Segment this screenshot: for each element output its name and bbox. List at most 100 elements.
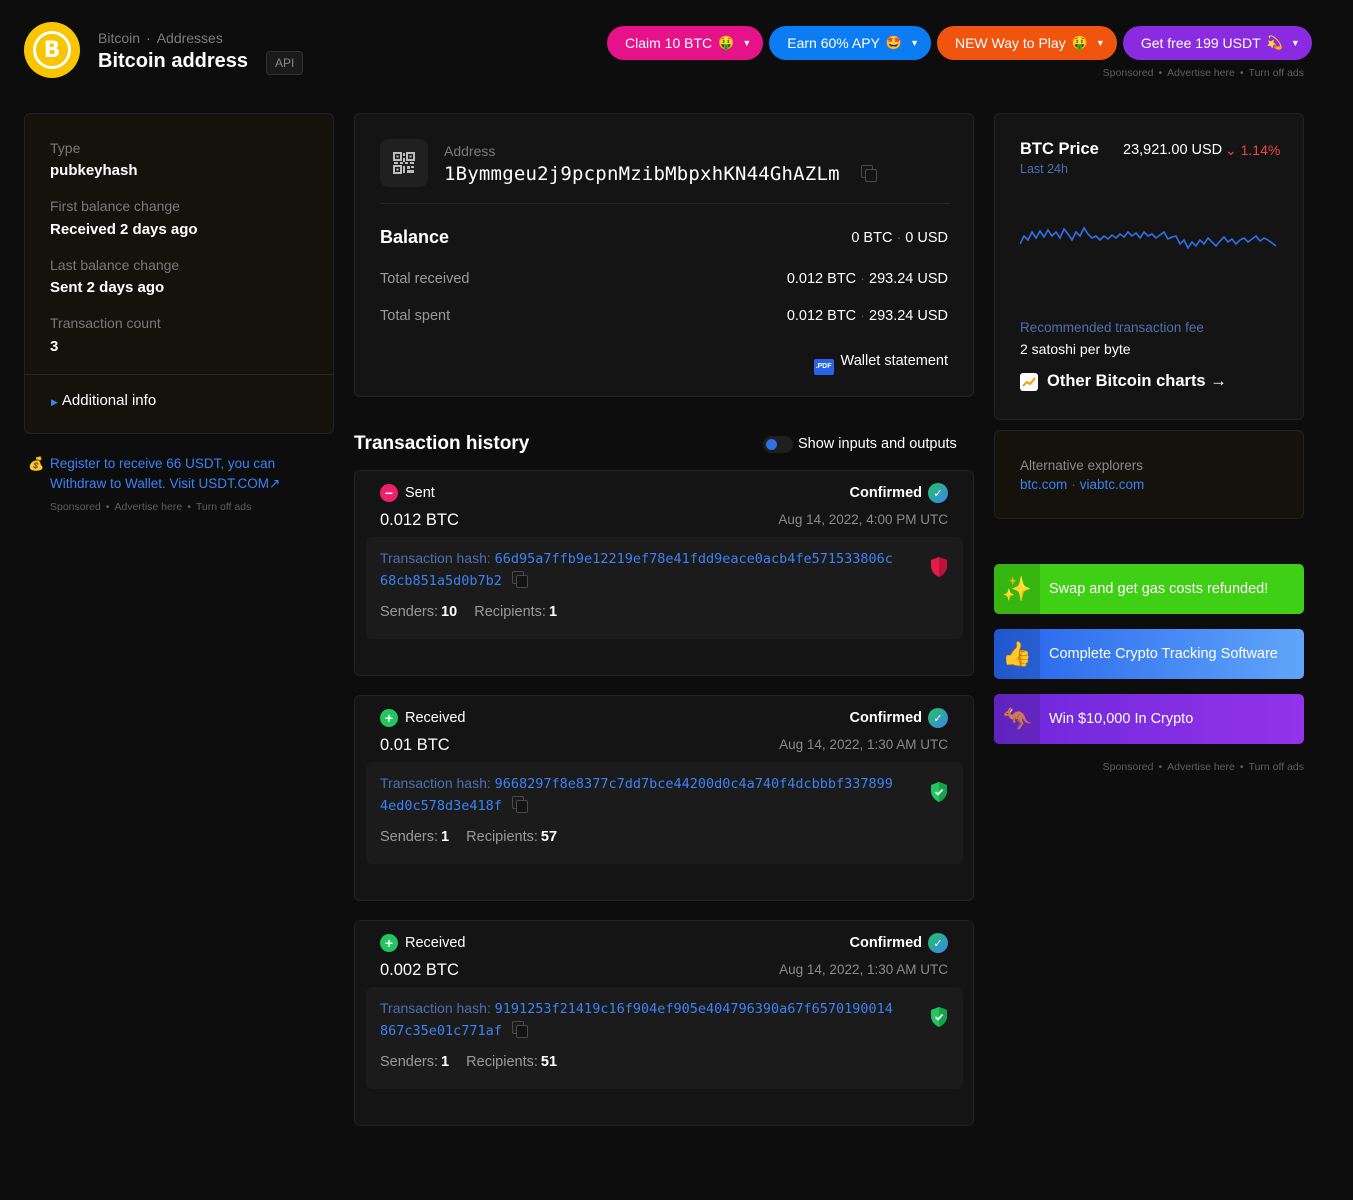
plus-circle-icon: + — [380, 709, 398, 727]
total-spent-label: Total spent — [380, 308, 451, 324]
address-info-card: Type pubkeyhash First balance change Rec… — [24, 113, 334, 434]
advertise-link[interactable]: Advertise here — [1167, 67, 1235, 79]
tx-hash-link[interactable]: 68cb851a5d0b7b2 — [380, 573, 502, 589]
senders-label: Senders: — [380, 829, 439, 845]
tx-hash-link[interactable]: 4ed0c578d3e418f — [380, 798, 502, 814]
breadcrumb-addresses[interactable]: Addresses — [157, 30, 223, 46]
tx-status: Confirmed ✓ — [850, 933, 948, 953]
tx-hash-link[interactable]: 9668297f8e8377c7dd7bce44200d0c4a740f4dcb… — [495, 776, 893, 792]
copy-icon[interactable] — [861, 165, 878, 182]
tx-hash-link[interactable]: 867c35e01c771af — [380, 1023, 502, 1039]
senders-value: 1 — [441, 1054, 450, 1070]
balance-btc: 0 BTC — [851, 230, 893, 246]
tx-direction-label: Sent — [405, 485, 435, 501]
show-io-label[interactable]: Show inputs and outputs — [798, 436, 957, 452]
ad-pill-free-usdt[interactable]: Get free 199 USDT 💫 ▼ — [1122, 26, 1312, 60]
tx-direction: − Sent — [380, 484, 435, 502]
tx-count-label: Transaction count — [50, 315, 161, 331]
ad-pill-new-way[interactable]: NEW Way to Play 🤑 ▼ — [936, 26, 1117, 60]
tx-status: Confirmed ✓ — [850, 708, 948, 728]
show-io-toggle[interactable] — [763, 436, 793, 453]
first-balance-label: First balance change — [50, 198, 180, 214]
side-ad-swap[interactable]: ✨ Swap and get gas costs refunded! — [994, 564, 1304, 614]
fee-value: 2 satoshi per byte — [1020, 341, 1131, 357]
divider — [25, 374, 333, 375]
page-title: Bitcoin address — [98, 50, 249, 72]
star-eyes-icon: 🤩 — [885, 35, 903, 50]
tx-hash-link[interactable]: 66d95a7ffb9e12219ef78e41fdd9eace0acb4fe5… — [495, 551, 893, 567]
chevron-down-icon: ▼ — [910, 38, 919, 48]
address-label: Address — [444, 143, 496, 159]
wallet-statement-link[interactable]: .PDF Wallet statement — [813, 353, 948, 375]
tx-details: Transaction hash: 66d95a7ffb9e12219ef78e… — [366, 537, 963, 639]
tx-hash-label: Transaction hash: — [380, 550, 491, 566]
bitcoin-logo[interactable]: B — [24, 22, 80, 78]
bitcoin-logo-glyph: B — [33, 31, 71, 69]
top-sponsor-line: Sponsored • Advertise here • Turn off ads — [1102, 67, 1304, 79]
turn-off-ads-link[interactable]: Turn off ads — [1249, 761, 1304, 773]
chevron-down-icon: ▼ — [742, 38, 752, 48]
transaction-item: + Received 0.01 BTC Confirmed ✓ Aug 14, … — [354, 695, 974, 901]
additional-info-toggle[interactable]: ▶ Additional info — [51, 392, 156, 409]
qr-code-icon — [393, 152, 415, 174]
shield-warning-icon — [931, 557, 947, 577]
address-text[interactable]: 1Bymmgeu2j9pcpnMzibMbpxhKN44GhAZLm — [444, 163, 840, 185]
tx-hash-label: Transaction hash: — [380, 1000, 491, 1016]
arrow-down-icon: ⌄ — [1225, 142, 1237, 158]
copy-icon[interactable] — [511, 1021, 528, 1038]
tx-counts: Senders: 10 Recipients: 1 — [380, 604, 570, 620]
recipients-label: Recipients: — [466, 1054, 538, 1070]
recipients-value: 51 — [540, 1054, 558, 1070]
other-charts-label: Other Bitcoin charts → — [1047, 372, 1227, 390]
advertise-link[interactable]: Advertise here — [1167, 761, 1235, 773]
side-ad-win[interactable]: 🦘 Win $10,000 In Crypto — [994, 694, 1304, 744]
balance-usd: 0 USD — [905, 230, 948, 246]
price-title: BTC Price — [1020, 140, 1099, 158]
wallet-statement-label: Wallet statement — [840, 353, 948, 369]
pdf-icon: .PDF — [813, 359, 834, 375]
qr-code-button[interactable] — [380, 139, 428, 187]
tx-hash-link[interactable]: 9191253f21419c16f904ef905e404796390a67f6… — [495, 1001, 893, 1017]
top-ad-pills: Claim 10 BTC 🤑 ▼ Earn 60% APY 🤩 ▼ NEW Wa… — [607, 26, 1312, 60]
plus-circle-icon: + — [380, 934, 398, 952]
shield-check-icon — [931, 782, 947, 802]
type-value: pubkeyhash — [50, 162, 138, 179]
api-badge[interactable]: API — [266, 51, 304, 75]
ad-pill-earn-apy[interactable]: Earn 60% APY 🤩 ▼ — [769, 26, 931, 60]
ad-pill-label: NEW Way to Play — [954, 35, 1066, 51]
turn-off-ads-link[interactable]: Turn off ads — [1249, 67, 1304, 79]
turn-off-ads-link[interactable]: Turn off ads — [196, 501, 251, 513]
sponsored-label: Sponsored — [1102, 761, 1154, 773]
price-change: ⌄ 1.14% — [1225, 142, 1280, 159]
breadcrumb: Bitcoin · Addresses — [98, 30, 223, 46]
tx-details: Transaction hash: 9191253f21419c16f904ef… — [366, 987, 963, 1089]
tx-hash: Transaction hash: 9191253f21419c16f904ef… — [380, 998, 920, 1042]
total-spent-btc: 0.012 BTC — [786, 308, 857, 324]
alt-explorers-links: btc.com · viabtc.com — [1020, 477, 1145, 492]
total-spent-usd: 293.24 USD — [869, 308, 948, 324]
copy-icon[interactable] — [511, 571, 528, 588]
alt-link-viabtc[interactable]: viabtc.com — [1080, 477, 1145, 492]
tx-count-value: 3 — [50, 338, 59, 355]
left-promo-text: Register to receive 66 USDT, you can Wit… — [50, 456, 281, 491]
alt-link-btc-com[interactable]: btc.com — [1020, 477, 1067, 492]
tx-amount: 0.012 BTC — [380, 511, 459, 529]
senders-label: Senders: — [380, 1054, 439, 1070]
side-ad-label: Complete Crypto Tracking Software — [1049, 646, 1278, 662]
copy-icon[interactable] — [511, 796, 528, 813]
left-promo[interactable]: 💰 Register to receive 66 USDT, you can W… — [28, 454, 308, 494]
right-sponsor-line: Sponsored • Advertise here • Turn off ads — [1102, 761, 1304, 773]
ad-pill-claim-btc[interactable]: Claim 10 BTC 🤑 ▼ — [607, 26, 764, 60]
kangaroo-icon: 🦘 — [994, 694, 1040, 744]
advertise-link[interactable]: Advertise here — [114, 501, 182, 513]
other-charts-link[interactable]: Other Bitcoin charts → — [1020, 372, 1227, 391]
side-ad-tracking[interactable]: 👍 Complete Crypto Tracking Software — [994, 629, 1304, 679]
price-sparkline[interactable] — [1020, 214, 1280, 264]
sponsored-label: Sponsored — [50, 501, 101, 513]
breadcrumb-bitcoin[interactable]: Bitcoin — [98, 30, 140, 46]
recipients-value: 1 — [548, 604, 558, 620]
tx-hash: Transaction hash: 9668297f8e8377c7dd7bce… — [380, 773, 920, 817]
last-balance-value: Sent 2 days ago — [50, 279, 165, 296]
tx-date: Aug 14, 2022, 1:30 AM UTC — [779, 737, 948, 752]
triangle-right-icon: ▶ — [51, 397, 58, 407]
